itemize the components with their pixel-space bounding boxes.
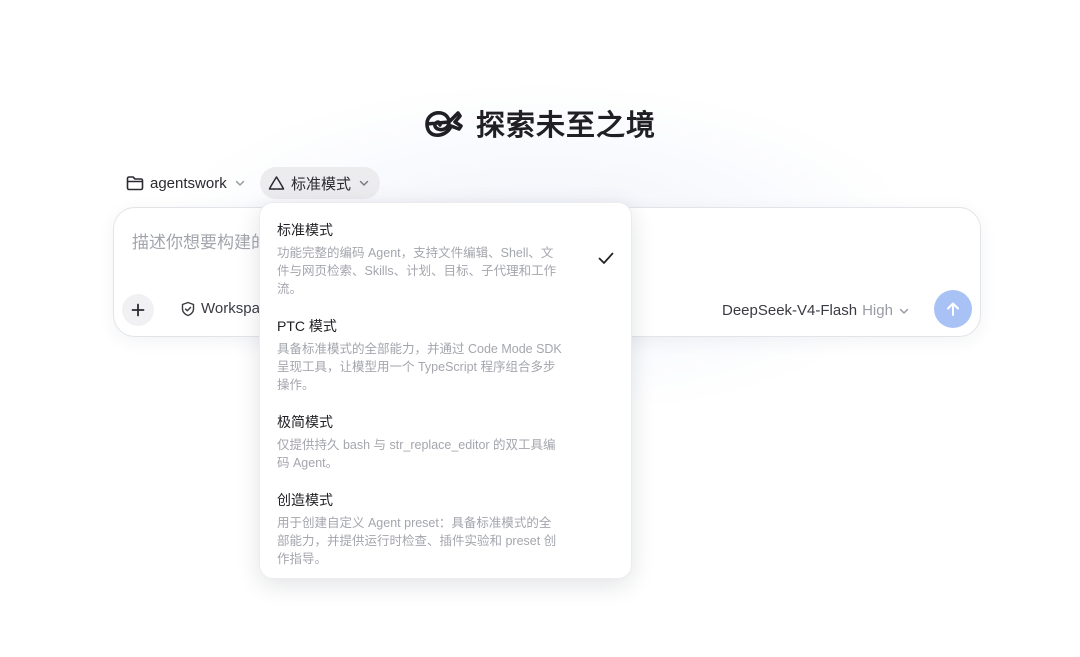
workspace-button[interactable]: Workspa xyxy=(180,300,260,317)
plus-icon xyxy=(131,303,145,317)
whale-logo-icon xyxy=(425,111,463,137)
mode-option-description: 用于创建自定义 Agent preset：具备标准模式的全 部能力，并提供运行时… xyxy=(277,516,557,566)
mode-selector[interactable]: 标准模式 xyxy=(260,167,381,199)
page-title: 探索未至之境 xyxy=(475,110,656,142)
mode-option-ptc[interactable]: PTC 模式 具备标准模式的全部能力，并通过 Code Mode SDK 呈现工… xyxy=(277,317,589,394)
mode-option-title: PTC 模式 xyxy=(277,318,337,334)
chevron-down-icon xyxy=(235,180,244,186)
mode-option-minimal[interactable]: 极简模式 仅提供持久 bash 与 str_replace_editor 的双工… xyxy=(277,413,589,472)
shield-check-icon xyxy=(181,301,195,316)
workspace-label: Workspa xyxy=(201,300,260,317)
mode-option-create[interactable]: 创造模式 用于创建自定义 Agent preset：具备标准模式的全 部能力，并… xyxy=(277,491,589,568)
chevron-down-icon xyxy=(359,180,369,186)
prompt-input[interactable]: 描述你想要构建的 xyxy=(132,228,272,253)
model-name: DeepSeek-V4-Flash xyxy=(722,302,858,319)
model-level: High xyxy=(862,302,893,319)
mode-label: 标准模式 xyxy=(291,175,352,193)
mode-option-description: 具备标准模式的全部能力，并通过 Code Mode SDK 呈现工具，让模型用一… xyxy=(277,342,562,392)
mode-option-title: 极简模式 xyxy=(277,414,333,430)
model-selector[interactable]: DeepSeek-V4-Flash High xyxy=(722,302,910,319)
arrow-up-icon xyxy=(947,302,959,316)
mode-option-description: 仅提供持久 bash 与 str_replace_editor 的双工具编 码 … xyxy=(277,438,556,470)
mode-option-title: 标准模式 xyxy=(277,222,333,238)
folder-selector[interactable]: agentswork xyxy=(122,167,250,199)
folder-label: agentswork xyxy=(150,174,227,192)
mode-option-standard[interactable]: 标准模式 功能完整的编码 Agent，支持文件编辑、Shell、文 件与网页检索… xyxy=(277,221,589,298)
mode-option-description: 功能完整的编码 Agent，支持文件编辑、Shell、文 件与网页检索、Skil… xyxy=(277,246,557,296)
recycle-mode-icon xyxy=(268,175,285,190)
checkmark-icon xyxy=(598,252,614,264)
add-attachment-button[interactable] xyxy=(122,294,154,326)
hero-header: 探索未至之境 xyxy=(0,100,1080,146)
send-button[interactable] xyxy=(934,290,972,328)
mode-dropdown-menu: 标准模式 功能完整的编码 Agent，支持文件编辑、Shell、文 件与网页检索… xyxy=(259,202,632,579)
chevron-down-icon xyxy=(899,308,909,314)
folder-icon xyxy=(126,176,144,191)
mode-option-title: 创造模式 xyxy=(277,492,333,508)
